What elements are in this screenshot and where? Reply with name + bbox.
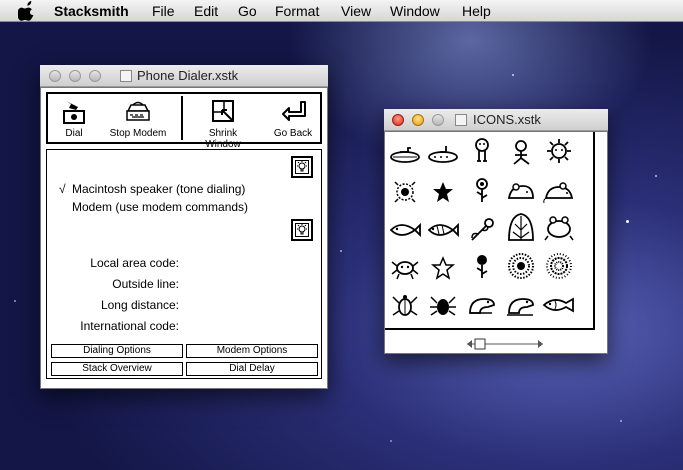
menu-app-name[interactable]: Stacksmith [54,3,129,19]
shrink-window-button[interactable]: Shrink Window [190,94,256,150]
speaker-option[interactable]: Macintosh speaker (tone dialing) [72,182,245,196]
star-speck [626,220,629,223]
apple-icon[interactable] [18,1,36,21]
menu-file[interactable]: File [152,3,175,19]
menu-help[interactable]: Help [462,3,491,19]
flower-icon[interactable] [464,174,500,206]
stop-modem-button[interactable]: Stop Modem [106,94,170,142]
help-bulb-button[interactable] [291,219,313,241]
bug-icon[interactable] [387,289,423,321]
slider-arrows-icon [467,338,543,350]
ghost-icon[interactable] [503,138,539,170]
star-speck [512,74,514,76]
fish-icon[interactable] [425,214,461,246]
shrink-window-label: Shrink Window [205,128,241,150]
icons-card [384,131,608,354]
long-distance-label: Long distance: [100,298,179,312]
minimize-button[interactable] [412,114,424,126]
modem-option[interactable]: Modem (use modem commands) [72,200,248,214]
fish-icon[interactable] [387,214,423,246]
star-icon[interactable] [425,176,461,208]
stop-modem-label: Stop Modem [109,128,167,139]
phone-dialer-window: Phone Dialer.xstk Dial Stop Modem Shrink… [40,65,328,389]
sun-icon[interactable] [541,136,577,168]
star-icon[interactable] [425,252,461,284]
telephone-icon [63,101,85,124]
star-speck [14,300,16,302]
icon-grid-area [385,132,595,330]
back-arrow-icon [282,101,306,121]
spider-icon[interactable] [387,252,423,284]
lizard-icon[interactable] [464,289,500,321]
star-speck [655,175,657,177]
fish-icon[interactable] [541,289,577,321]
go-back-label: Go Back [273,128,313,139]
mouse-icon[interactable] [503,176,539,208]
local-area-code-label: Local area code: [90,256,179,270]
dial-label: Dial [65,128,83,139]
ghost-icon[interactable] [464,136,500,168]
flower-icon[interactable] [464,250,500,282]
zoom-button[interactable] [432,114,444,126]
menu-view[interactable]: View [341,3,371,19]
minimize-button[interactable] [69,70,81,82]
dialing-options-button[interactable]: Dialing Options [51,344,183,358]
close-button[interactable] [392,114,404,126]
menu-format[interactable]: Format [275,3,319,19]
sub-icon[interactable] [425,138,461,170]
leaf-icon[interactable] [503,212,539,244]
lizard-icon[interactable] [503,289,539,321]
menu-edit[interactable]: Edit [194,3,218,19]
star-speck [620,420,622,422]
window-title: ICONS.xstk [473,112,541,127]
icons-titlebar[interactable]: ICONS.xstk [384,109,608,131]
fuzz-icon[interactable] [503,250,539,282]
toolbar-divider [181,96,183,140]
menu-bar: Stacksmith File Edit Go Format View Wind… [0,0,683,22]
speaker-checkmark: √ [59,182,66,196]
dial-delay-button[interactable]: Dial Delay [186,362,318,376]
lightbulb-icon [295,160,309,174]
modem-icon [126,101,150,121]
close-button[interactable] [49,70,61,82]
document-icon [120,70,132,82]
stack-card: Dial Stop Modem Shrink Window Go Back √ … [40,87,328,389]
bug-icon[interactable] [425,289,461,321]
icon-slider[interactable] [465,337,545,351]
splat-icon[interactable] [387,176,423,208]
help-bulb-button[interactable] [291,156,313,178]
fuzz-icon[interactable] [541,250,577,282]
shrink-window-icon [212,100,234,122]
dial-button[interactable]: Dial [52,94,96,142]
sub-icon[interactable] [387,138,423,170]
modem-options-button[interactable]: Modem Options [186,344,318,358]
zoom-button[interactable] [89,70,101,82]
menu-window[interactable]: Window [390,3,440,19]
toolbar: Dial Stop Modem Shrink Window Go Back [46,92,322,150]
window-title: Phone Dialer.xstk [137,68,239,83]
international-code-label: International code: [80,319,179,333]
phone-dialer-titlebar[interactable]: Phone Dialer.xstk [40,65,328,87]
stack-overview-button[interactable]: Stack Overview [51,362,183,376]
settings-panel: √ Macintosh speaker (tone dialing) Modem… [46,149,322,379]
star-speck [390,440,392,442]
menu-go[interactable]: Go [238,3,257,19]
outside-line-label: Outside line: [112,277,179,291]
go-back-button[interactable]: Go Back [268,94,318,142]
document-icon [455,114,467,126]
icons-window: ICONS.xstk [384,109,608,354]
lightbulb-icon [295,223,309,237]
rose-icon[interactable] [464,214,500,246]
mouse-icon[interactable] [541,176,577,208]
frog-icon[interactable] [541,212,577,244]
star-speck [340,250,342,252]
